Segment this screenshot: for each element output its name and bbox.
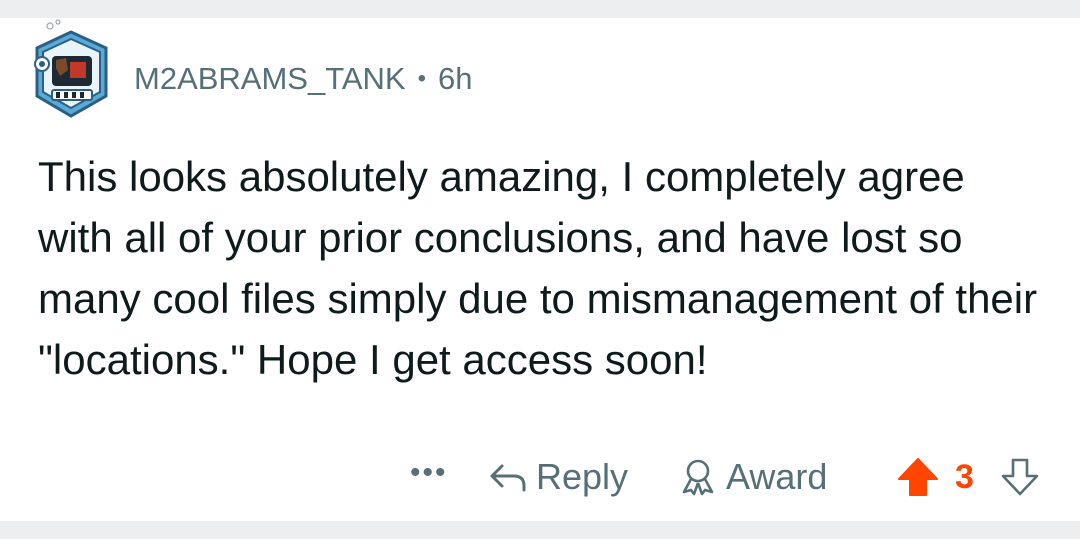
award-button[interactable]: Award bbox=[678, 453, 827, 501]
user-avatar[interactable] bbox=[22, 18, 120, 122]
comment-card: M2ABRAMS_TANK • 6h This looks absolutely… bbox=[0, 18, 1080, 521]
reply-label: Reply bbox=[536, 456, 629, 497]
reply-arrow-icon bbox=[490, 464, 526, 492]
downvote-arrow-icon bbox=[1001, 458, 1039, 496]
robot-avatar-icon bbox=[34, 19, 108, 118]
comment-meta: M2ABRAMS_TANK • 6h bbox=[134, 59, 473, 99]
meta-separator: • bbox=[417, 65, 427, 92]
upvote-button[interactable] bbox=[896, 453, 940, 501]
username-link[interactable]: M2ABRAMS_TANK bbox=[134, 61, 406, 97]
award-label: Award bbox=[726, 456, 828, 497]
comment-actions: ••• Reply Award 3 bbox=[0, 453, 1080, 501]
vote-score: 3 bbox=[955, 457, 974, 496]
downvote-button[interactable] bbox=[1000, 453, 1040, 501]
comment-age: 6h bbox=[438, 61, 473, 96]
award-ribbon-icon bbox=[682, 459, 714, 496]
reply-button[interactable]: Reply bbox=[488, 453, 628, 501]
more-icon: ••• bbox=[410, 456, 448, 489]
comment-body: This looks absolutely amazing, I complet… bbox=[38, 153, 1038, 383]
more-options-button[interactable]: ••• bbox=[410, 449, 448, 497]
upvote-arrow-icon bbox=[898, 458, 938, 496]
